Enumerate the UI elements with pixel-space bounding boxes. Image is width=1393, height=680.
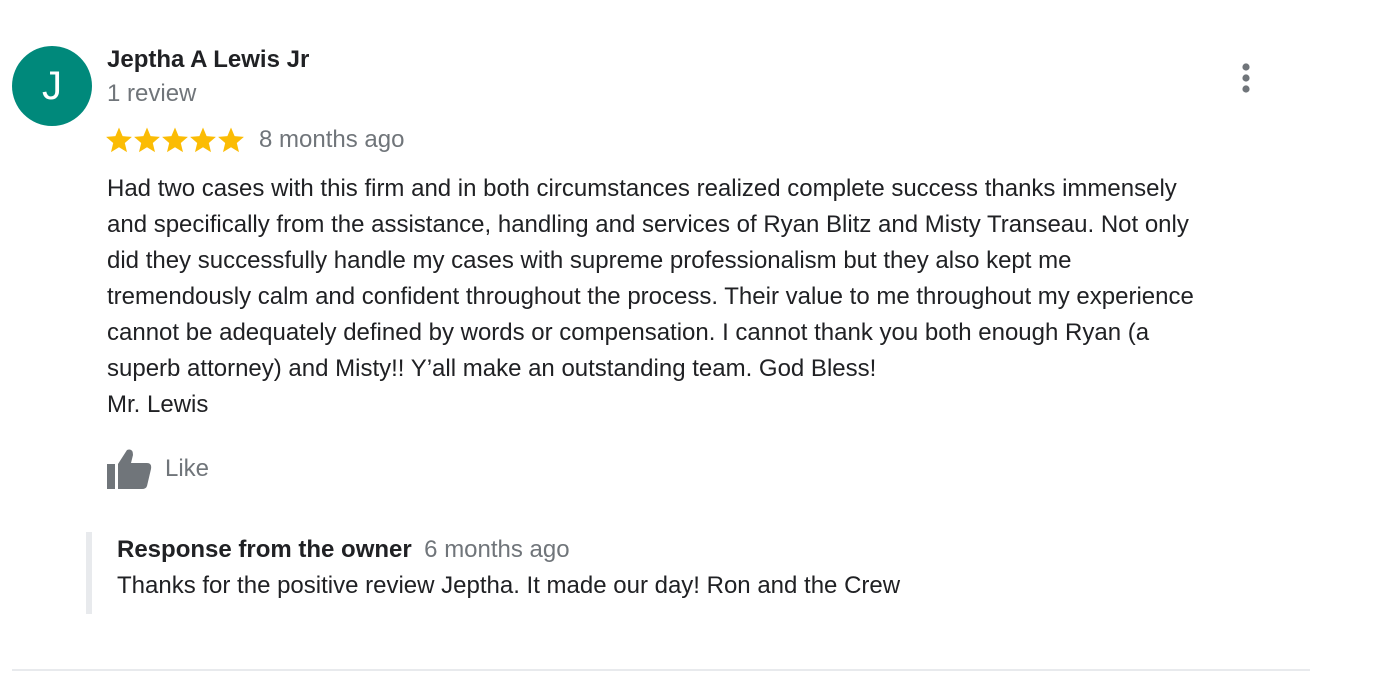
owner-response-text: Thanks for the positive review Jeptha. I… (117, 572, 901, 599)
owner-response-date: 6 months ago (424, 536, 570, 563)
rating-row: 8 months ago (105, 122, 404, 158)
like-label: Like (165, 455, 210, 482)
owner-response-header: Response from the owner 6 months ago (117, 532, 1086, 568)
avatar-initial: J (42, 64, 62, 108)
owner-response-title: Response from the owner (117, 536, 412, 563)
divider (12, 669, 1310, 671)
review-count[interactable]: 1 review (107, 80, 196, 108)
star-rating (105, 126, 245, 154)
like-button[interactable]: Like (105, 446, 209, 492)
star-icon (190, 127, 216, 153)
star-icon (162, 127, 188, 153)
star-icon (106, 127, 132, 153)
star-icon (134, 127, 160, 153)
star-icon (218, 127, 244, 153)
review-text: Had two cases with this firm and in both… (107, 175, 1194, 418)
more-vert-icon (1242, 63, 1250, 93)
thumb-up-icon (107, 449, 152, 489)
owner-response: Response from the owner 6 months ago Tha… (86, 532, 1086, 614)
more-options-button[interactable] (1230, 58, 1262, 98)
reviewer-name[interactable]: Jeptha A Lewis Jr (107, 46, 309, 74)
avatar[interactable]: J (12, 46, 92, 126)
review-date: 8 months ago (259, 126, 405, 153)
